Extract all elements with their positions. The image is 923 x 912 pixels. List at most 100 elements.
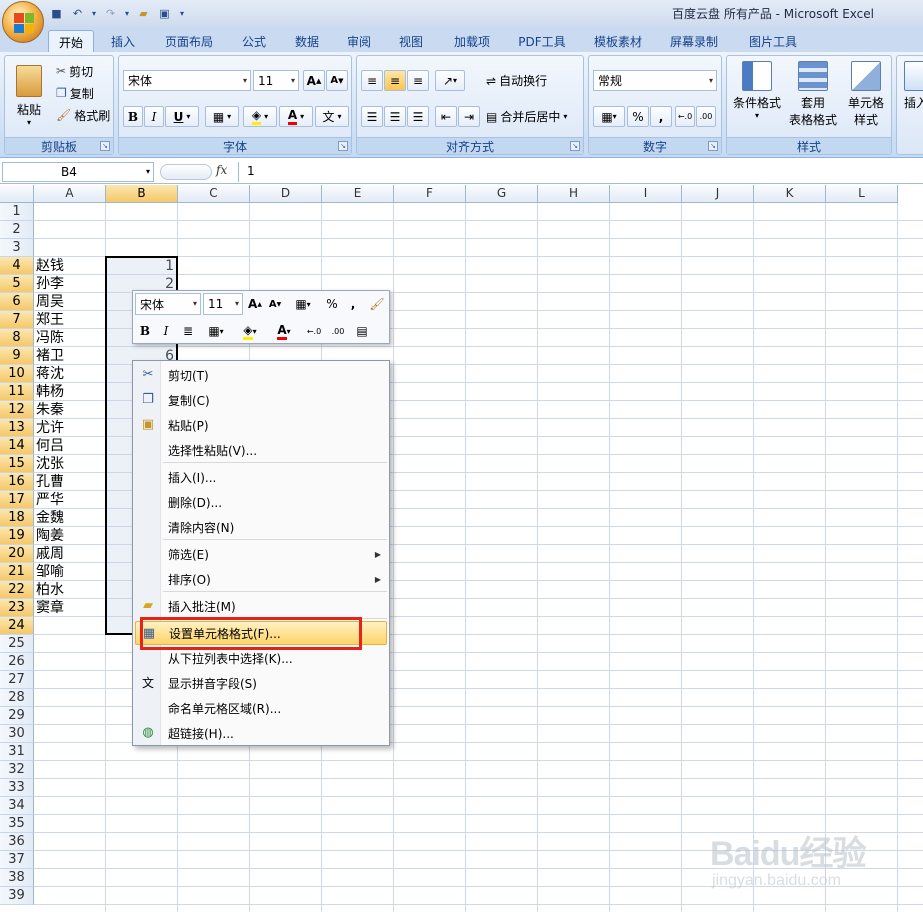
cut-button[interactable]: ✂ 剪切	[53, 61, 96, 81]
mini-increase-decimal-button[interactable]: ←.0	[303, 321, 325, 341]
cell-a7[interactable]: 郑王	[36, 311, 104, 329]
mini-fill-color-button[interactable]: ◈ ▾	[235, 321, 265, 341]
italic-button[interactable]: I	[144, 106, 164, 127]
menu-item-paste[interactable]: ▣ 粘贴(P)	[135, 413, 387, 437]
cell-a11[interactable]: 韩杨	[36, 383, 104, 401]
tab-addins[interactable]: 加载项	[446, 30, 498, 53]
row-header-28[interactable]: 28	[0, 689, 34, 707]
undo-icon[interactable]: ↶	[69, 5, 86, 22]
row-header-37[interactable]: 37	[0, 851, 34, 869]
menu-item-insert[interactable]: 插入(I)...	[135, 465, 387, 489]
column-header-e[interactable]: E	[322, 185, 394, 203]
row-header-21[interactable]: 21	[0, 563, 34, 581]
row-header-36[interactable]: 36	[0, 833, 34, 851]
insert-cells-button[interactable]: 插入	[899, 60, 923, 130]
grow-font-button[interactable]: A ▲	[303, 70, 325, 91]
format-painter-button[interactable]: 🖌 格式刷	[53, 105, 113, 125]
row-header-14[interactable]: 14	[0, 437, 34, 455]
mini-borders-button[interactable]: ▦ ▾	[201, 321, 231, 341]
mini-decrease-decimal-button[interactable]: .00	[327, 321, 349, 341]
mini-font-select[interactable]: 宋体 ▾	[135, 293, 201, 315]
font-size-select[interactable]: 11 ▾	[253, 70, 299, 91]
row-header-11[interactable]: 11	[0, 383, 34, 401]
tab-formulas[interactable]: 公式	[232, 30, 276, 53]
font-name-select[interactable]: 宋体 ▾	[123, 70, 251, 91]
tab-home[interactable]: 开始	[48, 30, 94, 54]
row-header-3[interactable]: 3	[0, 239, 34, 257]
mini-font-color-button[interactable]: A ▾	[269, 321, 299, 341]
cell-a5[interactable]: 孙李	[36, 275, 104, 293]
number-format-select[interactable]: 常规 ▾	[593, 70, 717, 91]
row-header-33[interactable]: 33	[0, 779, 34, 797]
column-header-c[interactable]: C	[178, 185, 250, 203]
row-header-30[interactable]: 30	[0, 725, 34, 743]
cell-a19[interactable]: 陶姜	[36, 527, 104, 545]
column-header-g[interactable]: G	[466, 185, 538, 203]
row-header-5[interactable]: 5	[0, 275, 34, 293]
cell-a16[interactable]: 孔曹	[36, 473, 104, 491]
row-header-29[interactable]: 29	[0, 707, 34, 725]
select-all-corner[interactable]	[0, 185, 34, 203]
cell-a21[interactable]: 邹喻	[36, 563, 104, 581]
conditional-format-button[interactable]: 条件格式 ▾	[729, 60, 785, 130]
shrink-font-button[interactable]: A ▼	[326, 70, 348, 91]
menu-item-filter[interactable]: 筛选(E) ▶	[135, 542, 387, 566]
cell-a15[interactable]: 沈张	[36, 455, 104, 473]
redo-icon[interactable]: ↷	[102, 5, 119, 22]
align-center-button[interactable]: ☰	[384, 106, 406, 127]
cell-a4[interactable]: 赵钱	[36, 257, 104, 275]
menu-item-copy[interactable]: ❐ 复制(C)	[135, 388, 387, 412]
column-header-d[interactable]: D	[250, 185, 322, 203]
increase-indent-button[interactable]: ⇥	[458, 106, 480, 127]
redo-dropdown-icon[interactable]: ▾	[123, 5, 131, 22]
row-header-7[interactable]: 7	[0, 311, 34, 329]
borders-button[interactable]: ▦ ▾	[205, 106, 239, 127]
row-header-23[interactable]: 23	[0, 599, 34, 617]
copy-button[interactable]: ❐ 复制	[53, 83, 97, 103]
mini-grow-font-button[interactable]: A ▲	[246, 294, 264, 314]
row-header-24[interactable]: 24	[0, 617, 34, 635]
menu-item-cut[interactable]: ✂ 剪切(T)	[135, 363, 387, 387]
menu-item-delete[interactable]: 删除(D)...	[135, 490, 387, 514]
cell-a14[interactable]: 何吕	[36, 437, 104, 455]
align-bottom-button[interactable]: ≡	[407, 70, 429, 91]
font-launcher-icon[interactable]: ↘	[338, 141, 348, 151]
cell-a20[interactable]: 戚周	[36, 545, 104, 563]
cell-a18[interactable]: 金魏	[36, 509, 104, 527]
tab-insert[interactable]: 插入	[100, 30, 146, 53]
office-button[interactable]	[2, 1, 44, 43]
cell-a6[interactable]: 周吴	[36, 293, 104, 311]
column-header-j[interactable]: J	[682, 185, 754, 203]
row-header-12[interactable]: 12	[0, 401, 34, 419]
mini-comma-button[interactable]: ,	[345, 294, 361, 314]
mini-accounting-button[interactable]: ▦ ▾	[288, 294, 318, 314]
align-middle-button[interactable]: ≡	[384, 70, 406, 91]
tab-template[interactable]: 模板素材	[584, 30, 652, 53]
cell-a23[interactable]: 窦章	[36, 599, 104, 617]
row-header-19[interactable]: 19	[0, 527, 34, 545]
insert-function-button[interactable]: fx	[216, 163, 227, 177]
row-header-25[interactable]: 25	[0, 635, 34, 653]
tab-data[interactable]: 数据	[284, 30, 330, 53]
orientation-button[interactable]: ↗ ▾	[435, 70, 465, 91]
row-header-2[interactable]: 2	[0, 221, 34, 239]
paste-button[interactable]: 粘贴 ▾	[9, 60, 49, 132]
merge-center-button[interactable]: ▤ 合并后居中 ▾	[485, 106, 568, 127]
cell-a10[interactable]: 蒋沈	[36, 365, 104, 383]
bold-button[interactable]: B	[123, 106, 143, 127]
column-header-a[interactable]: A	[34, 185, 106, 203]
increase-decimal-button[interactable]: ←.0	[675, 106, 695, 127]
column-header-k[interactable]: K	[754, 185, 826, 203]
column-header-f[interactable]: F	[394, 185, 466, 203]
column-header-i[interactable]: I	[610, 185, 682, 203]
column-header-h[interactable]: H	[538, 185, 610, 203]
alignment-launcher-icon[interactable]: ↘	[570, 141, 580, 151]
cell-a13[interactable]: 尤许	[36, 419, 104, 437]
menu-item-hyperlink[interactable]: ◍ 超链接(H)...	[135, 721, 387, 745]
menu-item-show-phonetic[interactable]: 文显示拼音字段(S)	[135, 671, 387, 695]
align-top-button[interactable]: ≡	[361, 70, 383, 91]
undo-dropdown-icon[interactable]: ▾	[90, 5, 98, 22]
cell-a9[interactable]: 褚卫	[36, 347, 104, 365]
formula-input[interactable]: 1	[238, 162, 923, 182]
row-header-1[interactable]: 1	[0, 203, 34, 221]
